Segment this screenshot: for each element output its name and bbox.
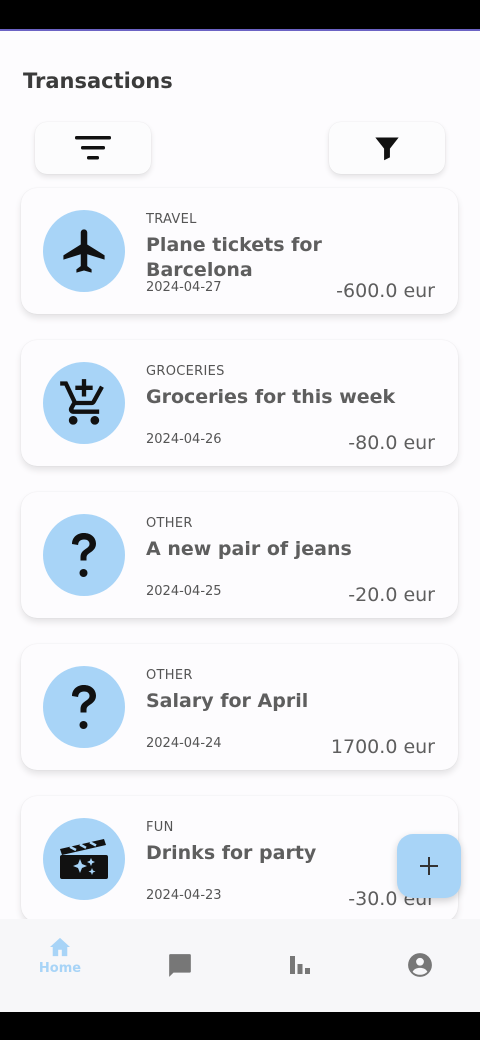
category-label: OTHER	[146, 668, 193, 683]
transaction-card[interactable]: GROCERIES Groceries for this week 2024-0…	[21, 340, 458, 466]
category-avatar	[43, 818, 125, 900]
transaction-date: 2024-04-27	[146, 280, 222, 295]
airplane-icon	[63, 229, 105, 273]
bar-chart-icon	[290, 956, 310, 974]
home-icon	[50, 937, 70, 957]
question-icon	[72, 685, 96, 729]
cart-add-icon	[60, 379, 104, 425]
nav-item-stats[interactable]	[240, 919, 360, 1012]
nav-item-home[interactable]: Home	[0, 919, 120, 1012]
category-avatar	[43, 210, 125, 292]
transaction-date: 2024-04-26	[146, 432, 222, 447]
transaction-amount: -80.0 eur	[348, 432, 435, 454]
account-icon	[408, 953, 432, 977]
transaction-date: 2024-04-25	[146, 584, 222, 599]
category-label: FUN	[146, 820, 174, 835]
transaction-card[interactable]: TRAVEL Plane tickets for Barcelona 2024-…	[21, 188, 458, 314]
movie-icon	[60, 839, 108, 879]
nav-item-account[interactable]	[360, 919, 480, 1012]
category-avatar	[43, 362, 125, 444]
system-navigation-bar	[0, 1012, 480, 1040]
plus-icon	[420, 857, 438, 875]
transaction-card[interactable]: OTHER Salary for April 2024-04-24 1700.0…	[21, 644, 458, 770]
nav-label-home: Home	[38, 961, 82, 976]
chat-icon	[169, 954, 191, 977]
category-avatar	[43, 666, 125, 748]
transaction-title: A new pair of jeans	[146, 538, 352, 560]
sort-icon	[75, 136, 111, 160]
category-label: OTHER	[146, 516, 193, 531]
category-label: TRAVEL	[146, 212, 197, 227]
filter-button[interactable]	[329, 122, 445, 174]
transaction-amount: 1700.0 eur	[330, 736, 435, 758]
page-title: Transactions	[23, 69, 173, 93]
nav-item-chat[interactable]	[120, 919, 240, 1012]
category-label: GROCERIES	[146, 364, 225, 379]
transaction-amount: -20.0 eur	[348, 584, 435, 606]
transaction-date: 2024-04-24	[146, 736, 222, 751]
transaction-title: Groceries for this week	[146, 386, 396, 408]
transaction-card[interactable]: FUN Drinks for party 2024-04-23 -30.0 eu…	[21, 796, 458, 922]
filter-icon	[375, 137, 399, 161]
transaction-title: Plane tickets for Barcelona	[146, 234, 322, 281]
bottom-navigation: Home	[0, 919, 480, 1012]
transaction-date: 2024-04-23	[146, 888, 222, 903]
status-bar	[0, 0, 480, 29]
transaction-amount: -600.0 eur	[336, 280, 435, 302]
question-icon	[72, 533, 96, 577]
sort-button[interactable]	[35, 122, 151, 174]
transaction-title: Salary for April	[146, 690, 309, 712]
transaction-card[interactable]: OTHER A new pair of jeans 2024-04-25 -20…	[21, 492, 458, 618]
app-screen: Transactions TRAVEL Plane tickets for Ba…	[0, 29, 480, 1012]
add-transaction-button[interactable]	[397, 834, 461, 898]
category-avatar	[43, 514, 125, 596]
transaction-title: Drinks for party	[146, 842, 317, 864]
